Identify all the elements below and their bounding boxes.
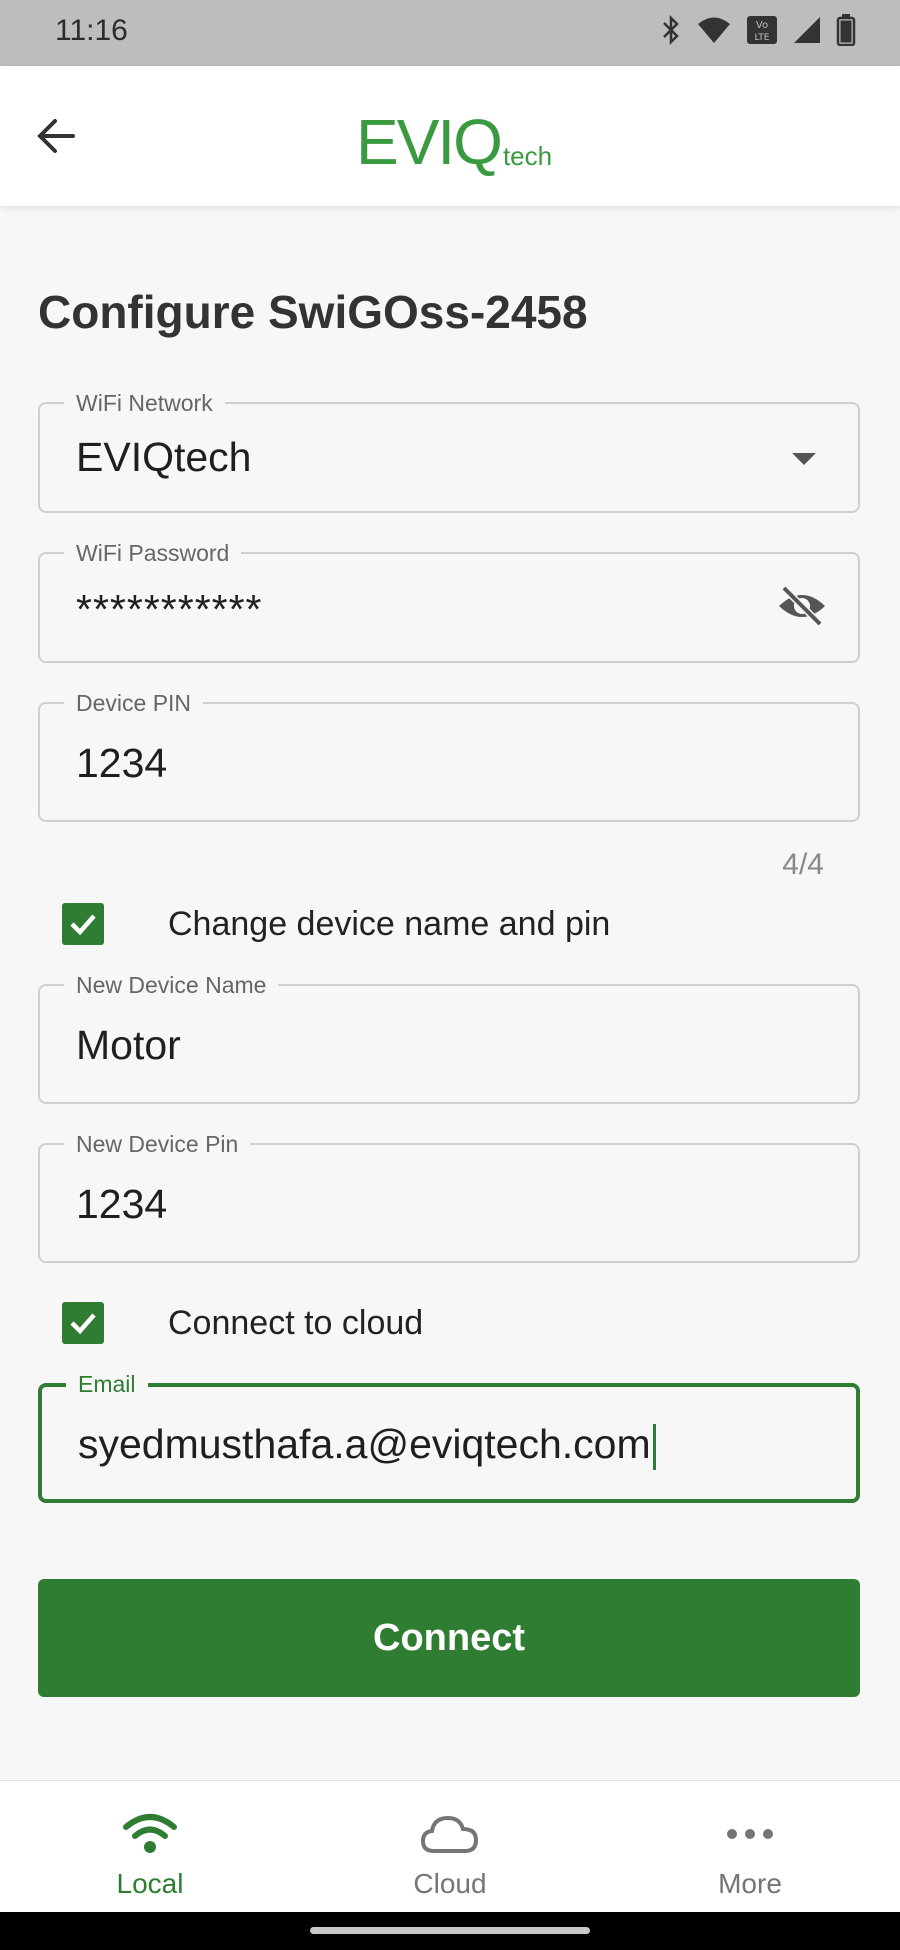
text-caret (652, 1424, 656, 1471)
arrow-left-icon (35, 115, 77, 162)
back-button[interactable] (26, 108, 86, 168)
wifi-network-select[interactable]: WiFi Network EVIQtech (38, 389, 860, 513)
status-time: 11:16 (55, 14, 128, 47)
nav-label-cloud: Cloud (413, 1868, 487, 1899)
new-device-name-field[interactable]: New Device Name Motor (38, 971, 860, 1104)
logo-main-text: EVIQ (356, 106, 503, 178)
gesture-handle[interactable] (310, 1927, 590, 1934)
cloud-icon (420, 1813, 480, 1860)
wifi-network-value: EVIQtech (76, 434, 252, 480)
new-device-pin-field[interactable]: New Device Pin 1234 (38, 1130, 860, 1263)
svg-text:Vo: Vo (756, 20, 768, 31)
new-device-pin-value: 1234 (76, 1181, 168, 1227)
wifi-password-field[interactable]: WiFi Password *********** (38, 539, 860, 663)
nav-label-local: Local (116, 1868, 184, 1899)
signal-icon (792, 15, 822, 45)
status-icons: Vo LTE (660, 14, 856, 46)
email-field[interactable]: Email syedmusthafa.a@eviqtech.com (38, 1370, 860, 1503)
battery-icon (836, 14, 856, 46)
wifi-network-label: WiFi Network (64, 389, 225, 417)
nav-item-local[interactable]: Local (0, 1781, 300, 1913)
connect-cloud-label: Connect to cloud (168, 1303, 424, 1342)
nav-label-more: More (718, 1868, 782, 1899)
eye-off-icon (776, 584, 828, 633)
email-value-wrap: syedmusthafa.a@eviqtech.com (78, 1421, 656, 1471)
nav-item-more[interactable]: More (600, 1781, 900, 1913)
email-label: Email (66, 1370, 148, 1398)
wifi-icon (696, 15, 732, 45)
wifi-icon (122, 1813, 178, 1860)
pin-character-counter: 4/4 (782, 848, 824, 881)
bottom-navigation: Local Cloud More (0, 1780, 900, 1913)
change-device-checkbox[interactable] (62, 903, 104, 945)
volte-icon: Vo LTE (746, 15, 778, 45)
status-bar: 11:16 Vo LTE (0, 0, 900, 66)
password-visibility-toggle[interactable] (772, 578, 832, 638)
change-device-row[interactable]: Change device name and pin (62, 903, 610, 945)
new-device-name-label: New Device Name (64, 971, 279, 999)
checkmark-icon (70, 1313, 96, 1335)
logo-sub-text: tech (502, 141, 553, 171)
app-bar: EVIQ tech (0, 66, 900, 206)
connect-cloud-checkbox[interactable] (62, 1302, 104, 1344)
device-pin-field[interactable]: Device PIN 1234 (38, 689, 860, 822)
more-horizontal-icon (720, 1813, 780, 1860)
bluetooth-icon (660, 15, 682, 45)
page-title: Configure SwiGOss-2458 (38, 286, 588, 338)
connect-button[interactable]: Connect (38, 1579, 860, 1697)
svg-text:LTE: LTE (755, 33, 770, 43)
wifi-password-label: WiFi Password (64, 539, 242, 567)
device-pin-value: 1234 (76, 740, 168, 786)
new-device-pin-label: New Device Pin (64, 1130, 251, 1158)
chevron-down-icon (792, 453, 816, 465)
logo: EVIQ tech (356, 104, 552, 174)
connect-cloud-row[interactable]: Connect to cloud (62, 1302, 423, 1344)
system-gesture-bar (0, 1912, 900, 1950)
checkmark-icon (70, 914, 96, 936)
device-pin-label: Device PIN (64, 689, 204, 717)
change-device-label: Change device name and pin (168, 904, 611, 943)
new-device-name-value: Motor (76, 1022, 181, 1068)
nav-item-cloud[interactable]: Cloud (300, 1781, 600, 1913)
wifi-password-value: *********** (76, 586, 263, 632)
email-value: syedmusthafa.a@eviqtech.com (78, 1421, 651, 1467)
